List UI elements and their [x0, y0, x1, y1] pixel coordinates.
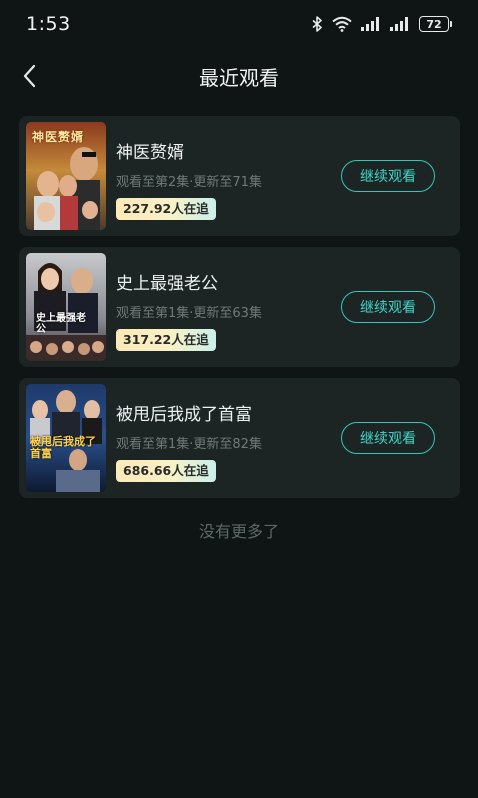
- watch-progress: 观看至第1集·更新至63集: [116, 306, 262, 321]
- poster-image: 史上最强老公: [26, 253, 106, 361]
- battery-level: 72: [419, 16, 449, 32]
- drama-title: 被甩后我成了首富: [116, 405, 252, 425]
- continue-watching-button[interactable]: 继续观看: [341, 422, 435, 454]
- watch-progress: 观看至第1集·更新至82集: [116, 437, 262, 452]
- drama-title: 史上最强老公: [116, 274, 218, 294]
- page-title: 最近观看: [199, 65, 279, 90]
- continue-watching-button[interactable]: 继续观看: [341, 160, 435, 192]
- signal-icon-sim1: [361, 17, 381, 31]
- poster-title: 被甩后我成了首富: [30, 435, 96, 460]
- status-time: 1:53: [26, 13, 71, 35]
- item-info: 史上最强老公 观看至第1集·更新至63集 317.22人在追: [116, 253, 262, 361]
- poster-title: 史上最强老公: [36, 313, 86, 335]
- status-icons: 72: [312, 16, 452, 32]
- poster-image: 神医赘婿: [26, 122, 106, 230]
- followers-badge: 686.66人在追: [116, 460, 216, 482]
- back-button[interactable]: [14, 60, 46, 92]
- recent-watch-list: 神医赘婿 神医赘婿 观看至第2集·更新至71集 227.92人在追 继续观看 史…: [19, 116, 460, 509]
- list-item[interactable]: 神医赘婿 神医赘婿 观看至第2集·更新至71集 227.92人在追 继续观看: [19, 116, 460, 236]
- signal-icon-sim2: [390, 17, 410, 31]
- poster-title: 神医赘婿: [32, 130, 85, 144]
- nav-bar: 最近观看: [0, 48, 478, 104]
- end-of-list-text: 没有更多了: [198, 522, 279, 541]
- list-item[interactable]: 被甩后我成了首富 被甩后我成了首富 观看至第1集·更新至82集 686.66人在…: [19, 378, 460, 498]
- poster-image: 被甩后我成了首富: [26, 384, 106, 492]
- drama-title: 神医赘婿: [116, 143, 184, 163]
- watch-progress: 观看至第2集·更新至71集: [116, 175, 262, 190]
- list-item[interactable]: 史上最强老公 史上最强老公 观看至第1集·更新至63集 317.22人在追 继续…: [19, 247, 460, 367]
- item-info: 被甩后我成了首富 观看至第1集·更新至82集 686.66人在追: [116, 384, 262, 492]
- followers-badge: 227.92人在追: [116, 198, 216, 220]
- bluetooth-icon: [312, 16, 323, 32]
- continue-watching-button[interactable]: 继续观看: [341, 291, 435, 323]
- chevron-left-icon: [23, 64, 36, 88]
- battery-icon: 72: [419, 16, 452, 32]
- status-bar: 1:53 72: [0, 0, 478, 48]
- followers-badge: 317.22人在追: [116, 329, 216, 351]
- wifi-icon: [332, 16, 352, 32]
- item-info: 神医赘婿 观看至第2集·更新至71集 227.92人在追: [116, 122, 262, 230]
